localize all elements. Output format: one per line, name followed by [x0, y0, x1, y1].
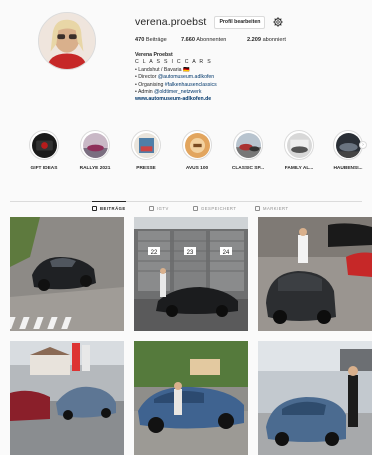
- post-photo-blue-etype-woman: [134, 341, 248, 455]
- bio-website-link[interactable]: www.automuseum-adlkofen.de: [135, 96, 365, 103]
- tab-saved[interactable]: GESPEICHERT: [193, 206, 236, 211]
- chevron-right-icon: ›: [362, 142, 364, 148]
- garage-number-24: 24: [223, 250, 230, 256]
- post-photo-red-blue-cars: [10, 341, 124, 455]
- highlight-label: FAMILY AL...: [284, 166, 314, 171]
- profile-username: verena.proebst: [135, 16, 207, 28]
- highlight-label: RALLYE 2021: [79, 166, 111, 171]
- profile-bio: Verena Proebst C L A S S I C C A R S • L…: [135, 52, 365, 104]
- post-photo-black-porsche: [10, 217, 124, 331]
- highlight-family-al[interactable]: FAMILY AL...: [277, 130, 321, 171]
- highlights-next-button[interactable]: ›: [359, 141, 367, 149]
- tab-igtv[interactable]: IGTV: [149, 206, 169, 211]
- post-thumbnail[interactable]: 22 23 24: [134, 217, 248, 331]
- highlight-label: HAUBENSI...: [333, 166, 363, 171]
- edit-profile-button[interactable]: Profil bearbeiten: [214, 15, 266, 29]
- highlight-thumbnail: [184, 132, 210, 158]
- tab-tagged[interactable]: MARKIERT: [255, 206, 289, 211]
- bio-line: • Landshut / Bavaria 🇩🇪: [135, 66, 190, 73]
- highlight-label: AVUS 100: [185, 166, 209, 171]
- avatar-photo: [39, 13, 95, 69]
- highlight-rallye-2021[interactable]: RALLYE 2021: [73, 130, 117, 171]
- garage-number-22: 22: [151, 250, 158, 256]
- stat-following[interactable]: 2.209 abonniert: [247, 37, 286, 43]
- post-photo-garage-porsche: 22 23 24: [134, 217, 248, 331]
- tag-icon: [255, 206, 260, 211]
- bio-mention[interactable]: @automuseum.adlkofen: [158, 74, 214, 80]
- profile-header: verena.proebst Profil bearbeiten 470 Bei…: [0, 0, 372, 128]
- grid-icon: [92, 206, 97, 211]
- post-thumbnail[interactable]: [258, 217, 372, 331]
- highlight-haubensi[interactable]: HAUBENSI...: [326, 130, 370, 171]
- highlight-thumbnail: [235, 132, 261, 158]
- igtv-icon: [149, 206, 154, 211]
- stat-posts: 470 Beiträge: [135, 37, 167, 43]
- bio-line: • Admin @oldtimer_netzwerk: [135, 89, 202, 96]
- post-thumbnail[interactable]: [10, 341, 124, 455]
- highlight-label: GIFT IDEAS: [30, 166, 58, 171]
- bio-line: • Organising #falkenhausenclassics: [135, 81, 217, 88]
- post-thumbnail[interactable]: [10, 217, 124, 331]
- bookmark-icon: [193, 206, 198, 211]
- gear-icon[interactable]: [273, 17, 284, 27]
- garage-number-23: 23: [187, 250, 194, 256]
- highlight-thumbnail: [82, 132, 108, 158]
- bio-mention[interactable]: @oldtimer_netzwerk: [154, 89, 201, 95]
- post-photo-convertible: [258, 217, 372, 331]
- stat-followers[interactable]: 7.660 Abonnenten: [181, 37, 247, 43]
- highlight-label: CLASSIC SP...: [231, 166, 265, 171]
- post-photo-blue-jaguar-woman: [258, 341, 372, 455]
- profile-avatar[interactable]: [38, 12, 96, 70]
- bio-hashtag[interactable]: #falkenhausenclassics: [165, 82, 217, 88]
- highlight-gift-ideas[interactable]: GIFT IDEAS: [22, 130, 66, 171]
- story-highlights: GIFT IDEAS RALLYE 2021 PRESSE AVUS 100 C…: [0, 130, 372, 180]
- highlight-thumbnail: [31, 132, 57, 158]
- highlight-label: PRESSE: [136, 166, 156, 171]
- bio-line: • Director @automuseum.adlkofen: [135, 74, 215, 81]
- highlight-thumbnail: [133, 132, 159, 158]
- highlight-thumbnail: [286, 132, 312, 158]
- bio-line: C L A S S I C C A R S: [135, 59, 212, 66]
- tab-posts[interactable]: BEITRÄGE: [92, 201, 126, 211]
- post-thumbnail[interactable]: [134, 341, 248, 455]
- profile-tabs: BEITRÄGE IGTV GESPEICHERT MARKIERT: [10, 201, 362, 217]
- highlight-avus-100[interactable]: AVUS 100: [175, 130, 219, 171]
- highlight-thumbnail: [335, 132, 361, 158]
- post-thumbnail[interactable]: [258, 341, 372, 455]
- highlight-classic-sp[interactable]: CLASSIC SP...: [226, 130, 270, 171]
- profile-stats: 470 Beiträge 7.660 Abonnenten 2.209 abon…: [135, 37, 286, 43]
- bio-name: Verena Proebst: [135, 52, 173, 58]
- highlight-presse[interactable]: PRESSE: [124, 130, 168, 171]
